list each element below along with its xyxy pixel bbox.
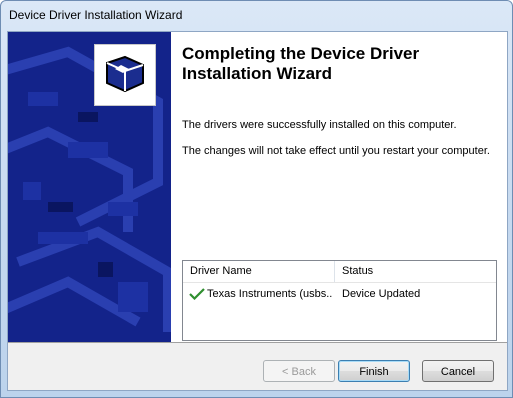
wizard-content: Completing the Device Driver Installatio…	[171, 32, 507, 342]
title-bar[interactable]: Device Driver Installation Wizard	[1, 1, 512, 31]
column-header-status[interactable]: Status	[335, 261, 495, 282]
success-message: The drivers were successfully installed …	[182, 119, 457, 131]
finish-button[interactable]: Finish	[338, 360, 410, 382]
driver-status-table: Driver Name Status Texas Instruments (us…	[182, 260, 497, 341]
page-title: Completing the Device Driver Installatio…	[182, 44, 420, 83]
button-bar: < Back Finish Cancel	[8, 343, 507, 390]
window-title: Device Driver Installation Wizard	[9, 8, 183, 22]
wizard-window: Device Driver Installation Wizard Comple…	[0, 0, 513, 398]
checkmark-icon	[189, 288, 205, 301]
driver-status-cell: Device Updated	[342, 288, 421, 300]
driver-name-cell: Texas Instruments (usbs...	[207, 288, 333, 300]
restart-message: The changes will not take effect until y…	[182, 145, 490, 157]
wizard-sidebar-banner	[8, 32, 171, 342]
driver-box-icon	[94, 44, 156, 106]
cancel-button[interactable]: Cancel	[422, 360, 494, 382]
wizard-client-area: Completing the Device Driver Installatio…	[7, 31, 508, 391]
back-button[interactable]: < Back	[263, 360, 335, 382]
column-header-driver-name[interactable]: Driver Name	[183, 261, 335, 282]
